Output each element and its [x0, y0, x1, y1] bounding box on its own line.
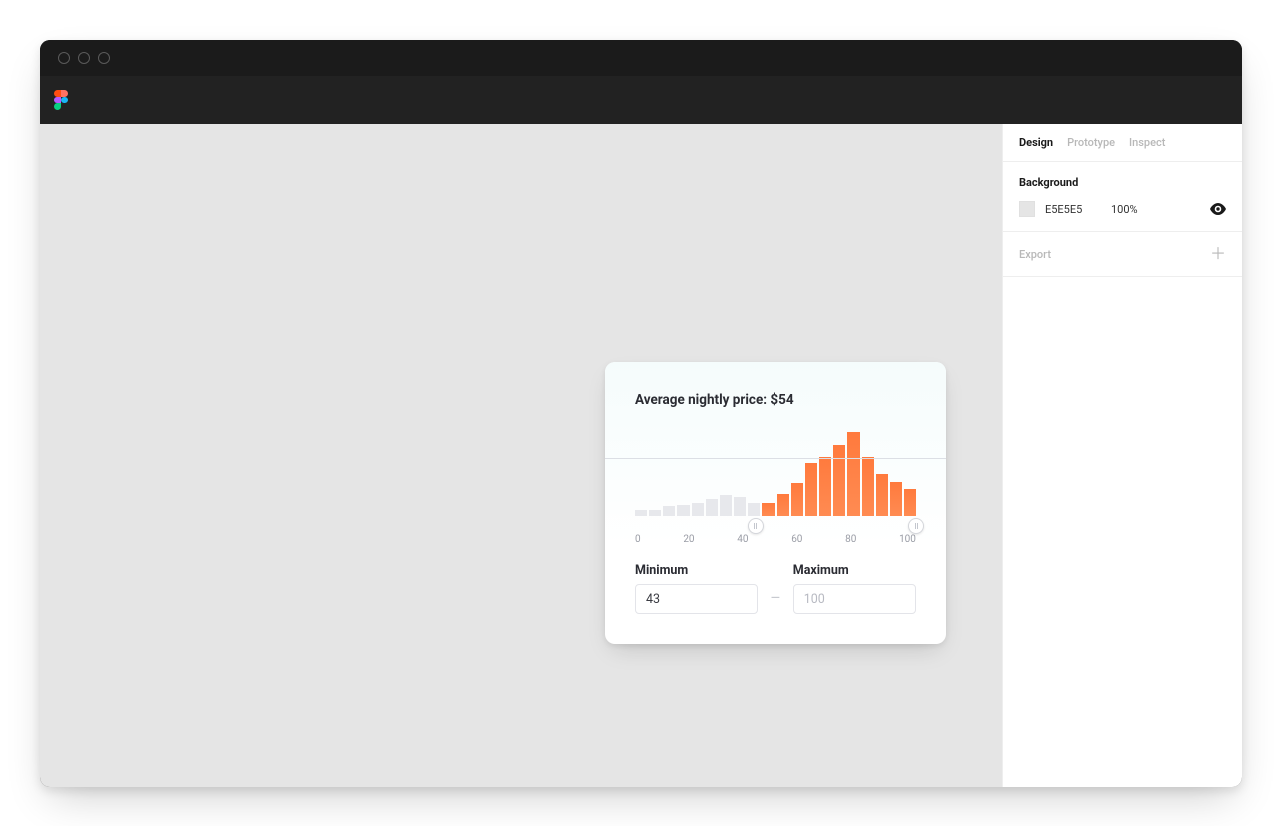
tab-inspect[interactable]: Inspect: [1129, 136, 1165, 149]
histogram-bar: [791, 483, 803, 516]
axis-tick-label: 0: [635, 534, 641, 545]
axis-tick-label: 20: [683, 534, 694, 545]
histogram-bar: [677, 505, 689, 516]
histogram-bar: [805, 463, 817, 516]
range-dash: –: [770, 588, 781, 614]
histogram-chart: [635, 430, 916, 526]
histogram-bar: [819, 457, 831, 516]
min-input[interactable]: [635, 584, 758, 614]
axis-ticks: 0 20 40 60 80 100: [635, 526, 916, 545]
card-title: Average nightly price: $54: [635, 392, 916, 408]
background-hex[interactable]: E5E5E5: [1045, 203, 1101, 216]
histogram-bar: [762, 503, 774, 516]
background-opacity[interactable]: 100%: [1111, 203, 1147, 216]
histogram-bar: [748, 503, 760, 516]
traffic-light-close[interactable]: [58, 52, 70, 64]
max-label: Maximum: [793, 563, 916, 578]
histogram-bar: [876, 474, 888, 516]
tab-prototype[interactable]: Prototype: [1067, 136, 1115, 149]
background-section: Background E5E5E5 100%: [1003, 162, 1242, 232]
axis-line: [605, 458, 946, 459]
app-window: Average nightly price: $54 020406080100 …: [40, 40, 1242, 787]
histogram-bar: [777, 494, 789, 516]
axis-tick-label: 80: [845, 534, 856, 545]
properties-panel: Design Prototype Inspect Background E5E5…: [1002, 124, 1242, 787]
figma-logo-icon[interactable]: [54, 90, 68, 110]
canvas[interactable]: Average nightly price: $54 020406080100 …: [40, 124, 1002, 787]
histogram-bar: [904, 489, 916, 516]
histogram-bar: [890, 482, 902, 516]
background-swatch[interactable]: [1019, 201, 1035, 217]
tab-design[interactable]: Design: [1019, 136, 1053, 149]
min-label: Minimum: [635, 563, 758, 578]
axis-tick-label: 100: [899, 534, 916, 545]
slider-handle-max[interactable]: [908, 518, 924, 534]
window-titlebar: [40, 40, 1242, 76]
histogram-bar: [833, 445, 845, 516]
axis-tick-label: 40: [737, 534, 748, 545]
range-inputs: Minimum – Maximum: [605, 545, 946, 644]
add-export-icon[interactable]: ＋: [1210, 246, 1226, 262]
background-title: Background: [1019, 176, 1226, 189]
price-range-card: Average nightly price: $54 020406080100 …: [605, 362, 946, 644]
axis-tick-label: 60: [791, 534, 802, 545]
histogram-bar: [734, 497, 746, 516]
traffic-light-minimize[interactable]: [78, 52, 90, 64]
export-section: Export ＋: [1003, 232, 1242, 277]
traffic-light-zoom[interactable]: [98, 52, 110, 64]
max-input[interactable]: [793, 584, 916, 614]
histogram-bar: [649, 510, 661, 516]
histogram-bar: [663, 506, 675, 516]
histogram-bar: [720, 495, 732, 516]
histogram-bar: [692, 503, 704, 516]
histogram-bar: [706, 499, 718, 516]
panel-tabs: Design Prototype Inspect: [1003, 124, 1242, 162]
slider-handle-min[interactable]: [748, 518, 764, 534]
main-toolbar: [40, 76, 1242, 124]
visibility-toggle-icon[interactable]: [1210, 203, 1226, 215]
export-label: Export: [1019, 248, 1051, 261]
histogram-bar: [635, 510, 647, 516]
histogram-bar: [862, 457, 874, 516]
histogram-bar: [847, 432, 859, 516]
